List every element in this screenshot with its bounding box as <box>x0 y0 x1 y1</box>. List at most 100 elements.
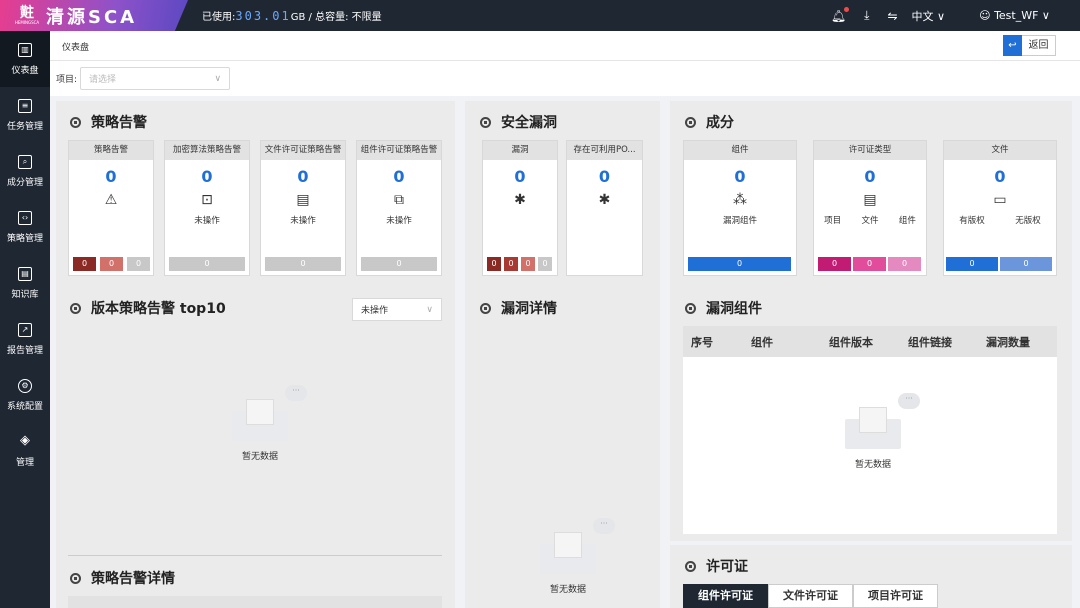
network-icon: ⁂ <box>733 192 747 208</box>
chevron-down-icon: ∨ <box>214 73 222 84</box>
crypto-alert-card[interactable]: 加密算法策略告警 0 ⊡ 未操作 <box>164 140 250 276</box>
download-icon[interactable]: ⤓ <box>864 8 869 23</box>
back-label: 返回 <box>1022 35 1056 56</box>
column-header[interactable]: 组件版本 <box>821 334 900 350</box>
column-header[interactable]: 组件 <box>743 334 821 350</box>
sidebar-item-reports[interactable]: ↗ 报告管理 <box>0 311 50 367</box>
top-bar: 黈 HEMINGSCA 清源SCA 已使用:303.01GB / 总容量: 不限… <box>0 0 1080 31</box>
label-file: 文件 <box>861 216 879 226</box>
vuln-title: 安全漏洞 <box>480 112 557 132</box>
language-label: 中文 <box>911 9 934 23</box>
severity-medium-bar[interactable]: 0 <box>521 257 535 271</box>
vuln-detail-title-text: 漏洞详情 <box>501 301 557 317</box>
document-icon: ▤ <box>296 192 310 208</box>
copyrighted-bar[interactable]: 0 <box>946 257 998 271</box>
severity-bars: 0 0 0 <box>73 257 150 271</box>
task-icon: ≡ <box>18 98 32 113</box>
translate-icon[interactable]: ⇋ <box>887 9 897 23</box>
breadcrumb: 仪表盘 <box>50 31 1080 61</box>
sidebar-item-label: 策略管理 <box>6 233 43 244</box>
vuln-card[interactable]: 漏洞 0 ✱ <box>482 140 558 276</box>
vuln-component-bar[interactable]: 0 <box>688 257 791 271</box>
logo-mark: 黈 HEMINGSCA <box>14 6 40 26</box>
language-select[interactable]: 中文 ∨ <box>912 8 946 24</box>
chat-bubble-icon: ··· <box>593 518 615 534</box>
column-header[interactable]: 序号 <box>683 334 743 350</box>
severity-low-bar[interactable]: 0 <box>538 257 552 271</box>
tab-file-license[interactable]: 文件许可证 <box>768 584 853 608</box>
status-dropdown[interactable]: 未操作 ∨ <box>352 298 442 321</box>
policy-alert-title-text: 策略告警 <box>91 115 147 131</box>
no-copyright-bar[interactable]: 0 <box>1000 257 1052 271</box>
bell-icon[interactable]: 🔔︎ <box>831 6 850 23</box>
sidebar: ▥ 仪表盘 ≡ 任务管理 ⌕ 成分管理 ‹› 策略管理 ▤ 知识库 ↗ 报告管理 ⚙ 系统配置… <box>0 31 50 608</box>
page-scrollbar[interactable] <box>1072 96 1080 608</box>
back-button[interactable]: ↩ 返回 <box>1003 35 1056 56</box>
composition-title: 成分 <box>685 112 734 132</box>
file-license-alert-card[interactable]: 文件许可证策略告警 0 ▤ 未操作 <box>260 140 346 276</box>
tab-project-license[interactable]: 项目许可证 <box>853 584 938 608</box>
sidebar-item-policies[interactable]: ‹› 策略管理 <box>0 199 50 255</box>
breadcrumb-label[interactable]: 仪表盘 <box>62 43 89 53</box>
card-caption: 未操作 <box>386 216 412 226</box>
chat-bubble-icon: ··· <box>898 393 920 409</box>
component-license-alert-card[interactable]: 组件许可证策略告警 0 ⧉ 未操作 <box>356 140 442 276</box>
sidebar-item-tasks[interactable]: ≡ 任务管理 <box>0 87 50 143</box>
user-menu[interactable]: ☺ Test_WF ∨ <box>979 9 1050 22</box>
unhandled-bar[interactable]: 0 <box>265 257 341 271</box>
logo[interactable]: 黈 HEMINGSCA 清源SCA <box>0 0 188 31</box>
unhandled-bar[interactable]: 0 <box>169 257 245 271</box>
card-value: 0 <box>105 167 117 186</box>
copyright-labels: 有版权 无版权 <box>944 214 1056 226</box>
copyright-bars: 0 0 <box>946 257 1052 271</box>
filter-bar: 项目: 请选择 ∨ <box>50 61 1080 96</box>
version-alert-title: 版本策略告警 top10 <box>70 298 226 318</box>
sidebar-item-label: 仪表盘 <box>11 65 39 76</box>
sidebar-item-components[interactable]: ⌕ 成分管理 <box>0 143 50 199</box>
card-caption: 未操作 <box>194 216 220 226</box>
unhandled-bar[interactable]: 0 <box>361 257 437 271</box>
license-title: 许可证 <box>685 556 748 576</box>
logo-sub: HEMINGSCA <box>14 20 40 25</box>
sidebar-item-settings[interactable]: ⚙ 系统配置 <box>0 367 50 423</box>
sidebar-item-dashboard[interactable]: ▥ 仪表盘 <box>0 31 50 87</box>
sidebar-item-knowledge[interactable]: ▤ 知识库 <box>0 255 50 311</box>
component-license-bar[interactable]: 0 <box>888 257 921 271</box>
severity-high-bar[interactable]: 0 <box>100 257 123 271</box>
empty-state: ··· 暂无数据 <box>230 385 307 462</box>
card-header: 存在可利用PO... <box>567 141 642 160</box>
logo-glyph: 黈 <box>20 5 34 21</box>
sidebar-item-label: 成分管理 <box>6 177 43 188</box>
empty-state: ··· 暂无数据 <box>538 518 615 595</box>
severity-medium-bar[interactable]: 0 <box>127 257 150 271</box>
exploitable-poc-card[interactable]: 存在可利用PO... 0 ✱ <box>566 140 643 276</box>
card-header: 文件许可证策略告警 <box>261 141 345 160</box>
project-license-bar[interactable]: 0 <box>818 257 851 271</box>
sidebar-item-label: 任务管理 <box>6 121 43 132</box>
severity-critical-bar[interactable]: 0 <box>487 257 501 271</box>
card-header: 许可证类型 <box>814 141 926 160</box>
label-copyrighted: 有版权 <box>959 216 985 226</box>
section-icon <box>70 302 81 314</box>
section-icon <box>685 560 696 572</box>
vuln-components-table: 序号 组件 组件版本 组件链接 漏洞数量 ··· 暂无数据 <box>683 326 1057 534</box>
tab-component-license[interactable]: 组件许可证 <box>683 584 768 608</box>
component-card[interactable]: 组件 0 ⁂ 漏洞组件 <box>683 140 797 276</box>
status-dropdown-value: 未操作 <box>361 306 389 316</box>
project-select[interactable]: 请选择 ∨ <box>80 67 231 90</box>
file-card[interactable]: 文件 0 ▭ 有版权 无版权 <box>943 140 1057 276</box>
policy-icon: ‹› <box>18 210 32 225</box>
composition-title-text: 成分 <box>706 115 734 131</box>
column-header[interactable]: 漏洞数量 <box>978 334 1057 350</box>
license-type-card[interactable]: 许可证类型 0 ▤ 项目 文件 组件 <box>813 140 927 276</box>
severity-high-bar[interactable]: 0 <box>504 257 518 271</box>
policy-alert-card[interactable]: 策略告警 0 ⚠ <box>68 140 154 276</box>
report-icon: ↗ <box>18 322 32 337</box>
card-value: 0 <box>734 167 746 186</box>
vuln-components-title-text: 漏洞组件 <box>706 301 762 317</box>
severity-critical-bar[interactable]: 0 <box>73 257 96 271</box>
sidebar-item-admin[interactable]: ◈ 管理 <box>0 423 50 479</box>
file-license-bar[interactable]: 0 <box>853 257 886 271</box>
card-header: 漏洞 <box>483 141 557 160</box>
column-header[interactable]: 组件链接 <box>900 334 978 350</box>
